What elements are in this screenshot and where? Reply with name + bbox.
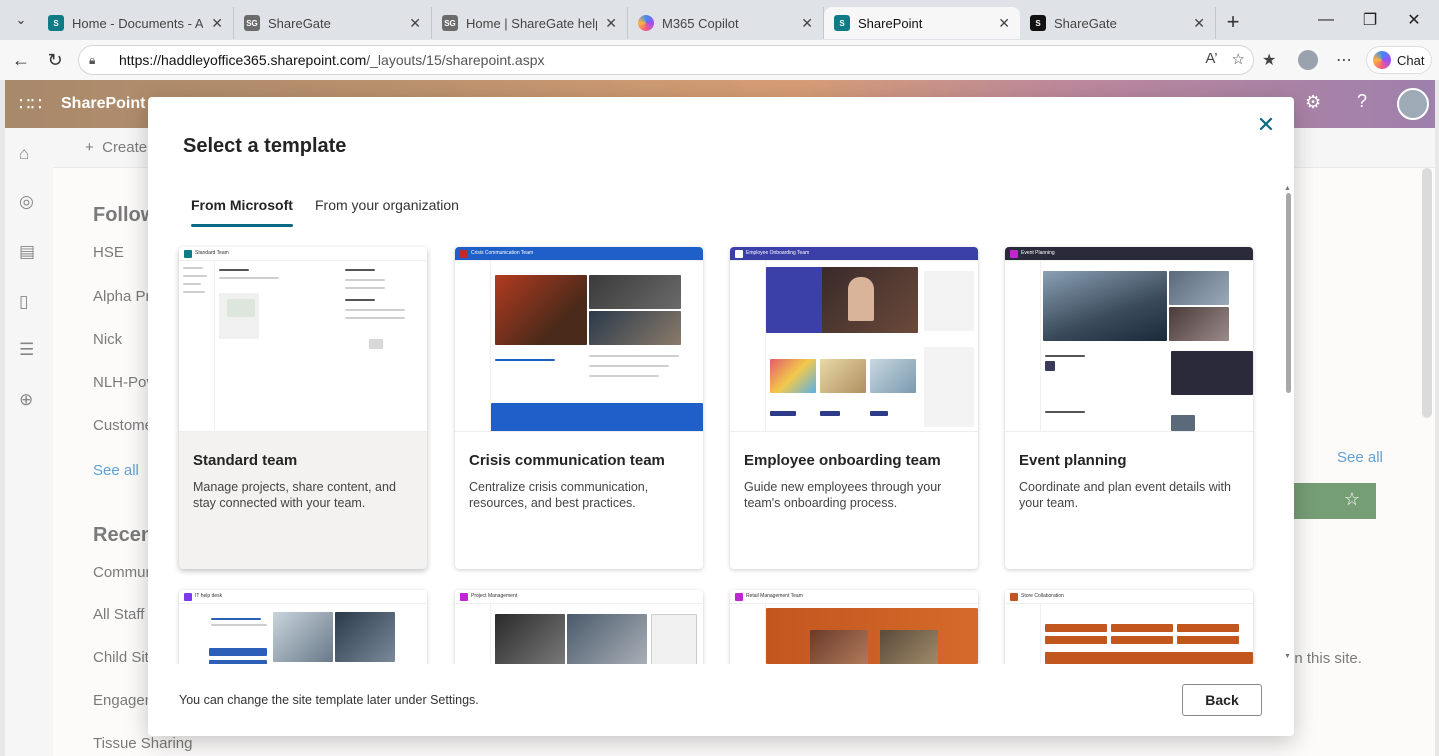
back-button[interactable]: Back: [1182, 684, 1262, 716]
template-thumbnail: Store Collaboration: [1005, 590, 1253, 664]
close-icon[interactable]: ✕: [409, 15, 421, 32]
scroll-down-arrow-icon[interactable]: ▼: [1284, 653, 1291, 660]
select-template-dialog: Select a template ✕ From Microsoft From …: [148, 97, 1294, 736]
plus-icon: +: [1226, 9, 1240, 34]
url-path: /_layouts/15/sharepoint.aspx: [366, 52, 545, 68]
star-icon[interactable]: ☆: [1232, 50, 1245, 68]
favorites-button[interactable]: ★: [1262, 40, 1276, 80]
template-card-standard-team[interactable]: Standard Team Standard team Manage proje…: [179, 247, 427, 569]
url-input[interactable]: 🔒︎ https://haddleyoffice365.sharepoint.c…: [78, 45, 1254, 75]
template-description: Centralize crisis communication, resourc…: [469, 480, 649, 510]
tab-from-your-organization[interactable]: From your organization: [315, 197, 459, 227]
template-description: Manage projects, share content, and stay…: [193, 480, 396, 510]
new-tab-button[interactable]: +: [1216, 6, 1250, 38]
back-button[interactable]: ←: [4, 43, 38, 77]
template-card-store-collaboration[interactable]: Store Collaboration: [1005, 590, 1253, 664]
template-thumbnail: Event Planning: [1005, 247, 1253, 432]
dialog-scrollbar-thumb[interactable]: [1286, 193, 1291, 393]
lock-icon: 🔒︎: [89, 52, 96, 67]
browser-tab[interactable]: M365 Copilot ✕: [628, 7, 824, 39]
sharepoint-favicon-icon: S: [834, 15, 850, 31]
url-host: https://haddleyoffice365.sharepoint.com: [119, 52, 367, 68]
template-title: Standard team: [193, 452, 298, 469]
sharegate-favicon-icon: S: [1030, 15, 1046, 31]
template-thumbnail: Project Management: [455, 590, 703, 664]
sharegate-favicon-icon: SG: [442, 15, 458, 31]
close-icon[interactable]: ✕: [605, 15, 617, 32]
browser-tab[interactable]: S Home - Documents - All D ✕: [38, 7, 234, 39]
sharegate-favicon-icon: SG: [244, 15, 260, 31]
dialog-title: Select a template: [183, 135, 347, 157]
read-aloud-icon[interactable]: A’: [1205, 50, 1217, 68]
close-icon[interactable]: ✕: [801, 15, 813, 32]
template-thumbnail: Employee Onboarding Team: [730, 247, 978, 432]
browser-tab[interactable]: S ShareGate ✕: [1020, 7, 1216, 39]
close-icon[interactable]: ✕: [998, 15, 1010, 32]
template-card-crisis-communication-team[interactable]: Crisis Communication Team Crisis communi…: [455, 247, 703, 569]
browser-tab-bar: ⌄ S Home - Documents - All D ✕ SG ShareG…: [0, 0, 1439, 40]
sharepoint-favicon-icon: S: [48, 15, 64, 31]
browser-tab[interactable]: SG Home | ShareGate help ✕: [432, 7, 628, 39]
template-title: Employee onboarding team: [744, 452, 941, 469]
address-bar-row: ← ↻ 🔒︎ https://haddleyoffice365.sharepoi…: [0, 40, 1439, 80]
settings-more-button[interactable]: ⋯: [1336, 40, 1352, 80]
template-card-employee-onboarding-team[interactable]: Employee Onboarding Team Employee onboar…: [730, 247, 978, 569]
browser-tab-active[interactable]: S SharePoint ✕: [824, 7, 1020, 39]
template-thumbnail: IT help desk: [179, 590, 427, 664]
template-card-event-planning[interactable]: Event Planning Event planning Coordinate…: [1005, 247, 1253, 569]
template-description: Guide new employees through your team's …: [744, 480, 942, 510]
close-icon: ✕: [1256, 112, 1276, 137]
minimize-icon: —: [1318, 11, 1334, 28]
template-card-it-help-desk[interactable]: IT help desk: [179, 590, 427, 664]
close-window-button[interactable]: ✕: [1391, 0, 1437, 40]
close-dialog-button[interactable]: ✕: [1254, 113, 1278, 137]
refresh-icon: ↻: [47, 49, 63, 70]
chevron-down-icon: ⌄: [15, 12, 27, 27]
template-thumbnail: Retail Management Team: [730, 590, 978, 664]
close-icon: ✕: [1407, 12, 1421, 29]
template-title: Event planning: [1019, 452, 1127, 469]
tab-from-microsoft[interactable]: From Microsoft: [191, 197, 293, 227]
arrow-left-icon: ←: [12, 49, 30, 70]
restore-button[interactable]: ❐: [1347, 0, 1393, 40]
favorites-icon: ★: [1262, 52, 1277, 69]
footer-hint: You can change the site template later u…: [179, 693, 479, 707]
scroll-up-arrow-icon[interactable]: ▲: [1284, 185, 1291, 192]
tab-actions-menu[interactable]: ⌄: [4, 4, 38, 36]
copilot-icon: [1373, 51, 1391, 69]
template-title: Crisis communication team: [469, 452, 665, 469]
copilot-favicon-icon: [638, 15, 654, 31]
browser-tab[interactable]: SG ShareGate ✕: [234, 7, 432, 39]
profile-button[interactable]: [1298, 40, 1318, 80]
close-icon[interactable]: ✕: [1193, 15, 1205, 32]
restore-icon: ❐: [1362, 12, 1378, 29]
template-card-project-management[interactable]: Project Management: [455, 590, 703, 664]
more-icon: ⋯: [1336, 52, 1352, 69]
template-description: Coordinate and plan event details with y…: [1019, 480, 1231, 510]
profile-avatar-icon: [1298, 50, 1318, 70]
template-thumbnail: Crisis Communication Team: [455, 247, 703, 432]
close-icon[interactable]: ✕: [211, 15, 223, 32]
refresh-button[interactable]: ↻: [38, 43, 72, 77]
copilot-chat-button[interactable]: Chat: [1366, 46, 1432, 74]
minimize-button[interactable]: —: [1303, 0, 1349, 40]
template-thumbnail: Standard Team: [179, 247, 427, 432]
active-tab-indicator: [191, 224, 293, 227]
template-card-retail-management-team[interactable]: Retail Management Team: [730, 590, 978, 664]
template-grid: Standard Team Standard team Manage proje…: [148, 237, 1278, 664]
